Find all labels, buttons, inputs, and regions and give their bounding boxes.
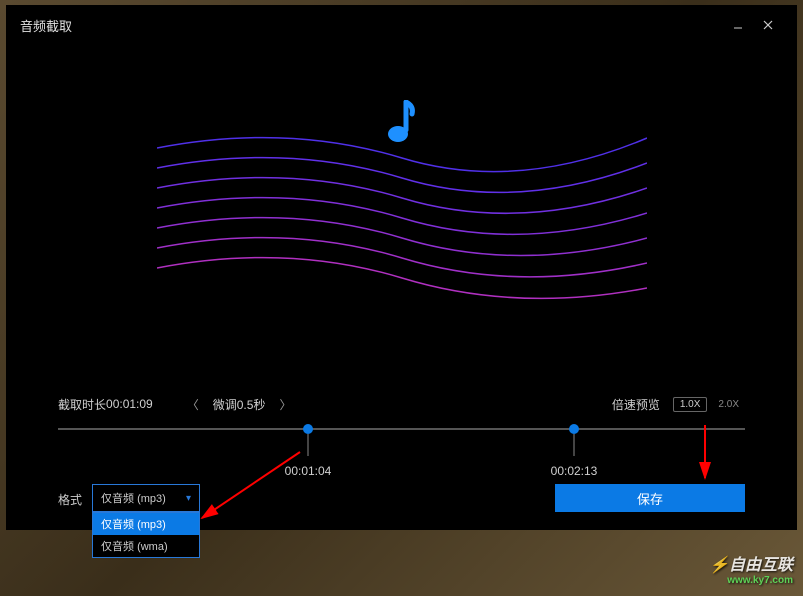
format-option-wma[interactable]: 仅音频 (wma) <box>93 535 199 557</box>
info-row: 截取时长00:01:09 〈 微调0.5秒 〉 倍速预览 1.0X 2.0X <box>6 390 797 418</box>
audio-extract-dialog: 音频截取 截取时长00:01:09 〈 <box>6 5 797 530</box>
preview-area <box>6 45 797 390</box>
timeline-track[interactable]: 00:01:04 00:02:13 <box>58 428 745 430</box>
fine-tune-next[interactable]: 〉 <box>275 396 295 413</box>
close-button[interactable] <box>753 10 783 40</box>
format-option-mp3[interactable]: 仅音频 (mp3) <box>93 513 199 535</box>
duration-label: 截取时长 <box>58 396 106 413</box>
timeline: 00:01:04 00:02:13 <box>6 418 797 480</box>
fine-tune-prev[interactable]: 〈 <box>183 396 203 413</box>
start-handle[interactable] <box>303 424 313 434</box>
fine-tune-control: 〈 微调0.5秒 〉 <box>183 396 296 413</box>
bottom-row: 格式 仅音频 (mp3) ▾ 仅音频 (mp3) 仅音频 (wma) 保存 <box>6 480 797 530</box>
format-label: 格式 <box>58 484 82 508</box>
end-time: 00:02:13 <box>551 464 598 478</box>
save-button[interactable]: 保存 <box>555 484 745 512</box>
start-time: 00:01:04 <box>285 464 332 478</box>
dialog-title: 音频截取 <box>20 16 72 35</box>
end-handle[interactable] <box>569 424 579 434</box>
watermark: ⚡自由互联 www.ky7.com <box>709 551 793 586</box>
music-note-icon <box>386 100 418 149</box>
speed-2x-button[interactable]: 2.0X <box>712 398 745 411</box>
speed-label: 倍速预览 <box>612 396 660 413</box>
speed-1x-button[interactable]: 1.0X <box>673 397 708 412</box>
format-selected: 仅音频 (mp3) <box>101 490 166 506</box>
titlebar: 音频截取 <box>6 5 797 45</box>
format-dropdown: 仅音频 (mp3) 仅音频 (wma) <box>92 512 200 558</box>
minimize-button[interactable] <box>723 10 753 40</box>
chevron-down-icon: ▾ <box>186 493 191 504</box>
format-select[interactable]: 仅音频 (mp3) ▾ <box>92 484 200 512</box>
duration-value: 00:01:09 <box>106 397 153 411</box>
fine-tune-label: 微调0.5秒 <box>213 396 266 413</box>
